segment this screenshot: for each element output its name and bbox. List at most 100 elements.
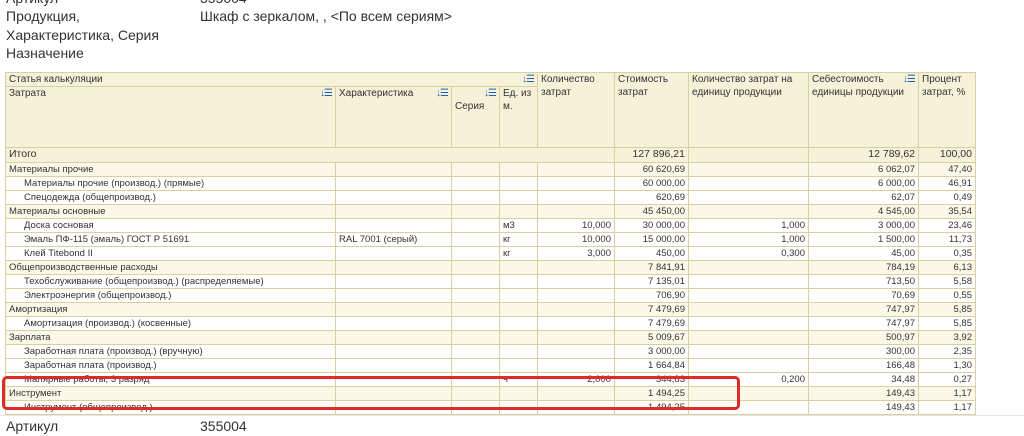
header-qty[interactable]: Количество затрат bbox=[537, 72, 615, 148]
sort-icon[interactable]: ↓☰ bbox=[522, 74, 535, 86]
characteristic-cell bbox=[335, 218, 452, 233]
series-cell bbox=[451, 162, 500, 177]
characteristic-cell: RAL 7001 (серый) bbox=[335, 232, 452, 247]
cost-price-cell: 713,50 bbox=[808, 274, 919, 289]
header-characteristic[interactable]: ↓☰ Характеристика bbox=[335, 86, 452, 148]
qty-per-unit-cell: 0,300 bbox=[688, 246, 809, 261]
qty-cell bbox=[537, 190, 615, 205]
cost-cell: Эмаль ПФ-115 (эмаль) ГОСТ Р 51691 bbox=[5, 232, 336, 247]
cost-cell: Материалы прочие bbox=[5, 162, 336, 177]
series-cell bbox=[451, 330, 500, 345]
table-row[interactable]: Доска сосновая м3 10,000 30 000,00 1,000 3 00… bbox=[5, 218, 976, 233]
total-percent: 100,00 bbox=[918, 147, 976, 163]
qty-cell bbox=[537, 316, 615, 331]
group-row[interactable]: Зарплата 5 009,67 500,97 3,92 bbox=[5, 330, 976, 345]
characteristic-cell bbox=[335, 246, 452, 261]
cost-price-cell: 34,48 bbox=[808, 372, 919, 387]
group-row[interactable]: Амортизация 7 479,69 747,97 5,85 bbox=[5, 302, 976, 317]
table-row[interactable]: Эмаль ПФ-115 (эмаль) ГОСТ Р 51691 RAL 700… bbox=[5, 232, 976, 247]
table-row[interactable]: Материалы прочие (производ.) (прямые) 60 … bbox=[5, 176, 976, 191]
qty-per-unit-cell bbox=[688, 358, 809, 373]
qty-per-unit-cell bbox=[688, 274, 809, 289]
percent-cell: 11,73 bbox=[918, 232, 976, 247]
qty-per-unit-cell bbox=[688, 302, 809, 317]
cost-price-cell: 149,43 bbox=[808, 386, 919, 401]
percent-cell: 35,54 bbox=[918, 204, 976, 219]
qty-per-unit-cell bbox=[688, 204, 809, 219]
cost-cell: Материалы прочие (производ.) (прямые) bbox=[5, 176, 336, 191]
qty-per-unit-cell bbox=[688, 288, 809, 303]
table-row[interactable]: Техобслуживание (общепроизвод.) (распред… bbox=[5, 274, 976, 289]
table-row[interactable]: Заработная плата (производ.) (вручную) 3 … bbox=[5, 344, 976, 359]
cost-cell: Доска сосновая bbox=[5, 218, 336, 233]
header-amount[interactable]: Стоимость затрат bbox=[614, 72, 689, 148]
table-row[interactable]: Амортизация (производ.) (косвенные) 7 479… bbox=[5, 316, 976, 331]
qty-cell bbox=[537, 204, 615, 219]
cost-cell: Электроэнергия (общепроизвод.) bbox=[5, 288, 336, 303]
table-row[interactable]: Заработная плата (производ.) 1 664,84 166,… bbox=[5, 358, 976, 373]
qty-cell: 10,000 bbox=[537, 218, 615, 233]
table-row[interactable]: Электроэнергия (общепроизвод.) 706,90 70,6… bbox=[5, 288, 976, 303]
header-qty-per-unit[interactable]: Количество затрат на единицу продукции bbox=[688, 72, 809, 148]
characteristic-cell bbox=[335, 204, 452, 219]
cost-price-cell: 6 062,07 bbox=[808, 162, 919, 177]
header-costing-item[interactable]: Статья калькуляции ↓☰ bbox=[5, 72, 538, 87]
percent-cell: 0,49 bbox=[918, 190, 976, 205]
percent-cell: 5,85 bbox=[918, 302, 976, 317]
qty-cell bbox=[537, 344, 615, 359]
sort-icon[interactable]: ↓☰ bbox=[436, 88, 449, 101]
cost-cell: Амортизация (производ.) (косвенные) bbox=[5, 316, 336, 331]
group-row[interactable]: Общепроизводственные расходы 7 841,91 784,… bbox=[5, 260, 976, 275]
cost-cell: Зарплата bbox=[5, 330, 336, 345]
cost-price-cell: 166,48 bbox=[808, 358, 919, 373]
qty-cell bbox=[537, 176, 615, 191]
qty-per-unit-cell bbox=[688, 190, 809, 205]
qty-per-unit-cell bbox=[688, 330, 809, 345]
amount-cell: 15 000,00 bbox=[614, 232, 689, 247]
cost-price-cell: 149,43 bbox=[808, 400, 919, 415]
header-percent[interactable]: Процент затрат, % bbox=[918, 72, 976, 148]
cost-cell: Техобслуживание (общепроизвод.) (распред… bbox=[5, 274, 336, 289]
amount-cell: 5 009,67 bbox=[614, 330, 689, 345]
table-row[interactable]: Спецодежда (общепроизвод.) 620,69 62,07 0,4… bbox=[5, 190, 976, 205]
amount-cell: 1 664,84 bbox=[614, 358, 689, 373]
series-cell bbox=[451, 260, 500, 275]
header-series[interactable]: ↓☰ Серия bbox=[451, 86, 500, 148]
cost-cell: Спецодежда (общепроизвод.) bbox=[5, 190, 336, 205]
series-cell bbox=[451, 358, 500, 373]
unit-cell bbox=[499, 190, 538, 205]
qty-per-unit-cell bbox=[688, 162, 809, 177]
percent-cell: 6,13 bbox=[918, 260, 976, 275]
amount-cell: 60 000,00 bbox=[614, 176, 689, 191]
sort-icon[interactable]: ↓☰ bbox=[903, 74, 916, 87]
header-unit[interactable]: Ед. изм. bbox=[499, 86, 538, 148]
qty-per-unit-cell bbox=[688, 176, 809, 191]
qty-cell bbox=[537, 302, 615, 317]
characteristic-cell bbox=[335, 274, 452, 289]
qty-cell: 3,000 bbox=[537, 246, 615, 261]
qty-per-unit-cell: 1,000 bbox=[688, 218, 809, 233]
unit-cell: м3 bbox=[499, 218, 538, 233]
sort-icon[interactable]: ↓☰ bbox=[320, 88, 333, 101]
table-row[interactable]: Клей Titebond II кг 3,000 450,00 0,300 45,00 0… bbox=[5, 246, 976, 261]
series-cell bbox=[451, 218, 500, 233]
header-cost[interactable]: ↓☰ Затрата bbox=[5, 86, 336, 148]
qty-cell: 10,000 bbox=[537, 232, 615, 247]
series-cell bbox=[451, 246, 500, 261]
product-value: Шкаф с зеркалом, , <По всем сериям> bbox=[200, 8, 452, 24]
amount-cell: 7 479,69 bbox=[614, 316, 689, 331]
total-cost-price: 12 789,62 bbox=[808, 147, 919, 163]
series-cell bbox=[451, 190, 500, 205]
sort-icon[interactable]: ↓☰ bbox=[484, 88, 497, 101]
series-cell bbox=[451, 288, 500, 303]
group-row[interactable]: Материалы прочие 60 620,69 6 062,07 47,40 bbox=[5, 162, 976, 177]
characteristic-cell bbox=[335, 190, 452, 205]
percent-cell: 5,85 bbox=[918, 316, 976, 331]
unit-cell bbox=[499, 316, 538, 331]
amount-cell: 30 000,00 bbox=[614, 218, 689, 233]
header-cost-price[interactable]: ↓☰ Себестоимость единицы продукции bbox=[808, 72, 919, 148]
group-row[interactable]: Материалы основные 45 450,00 4 545,00 35,54 bbox=[5, 204, 976, 219]
unit-cell: кг bbox=[499, 232, 538, 247]
cost-price-cell: 45,00 bbox=[808, 246, 919, 261]
percent-cell: 2,35 bbox=[918, 344, 976, 359]
